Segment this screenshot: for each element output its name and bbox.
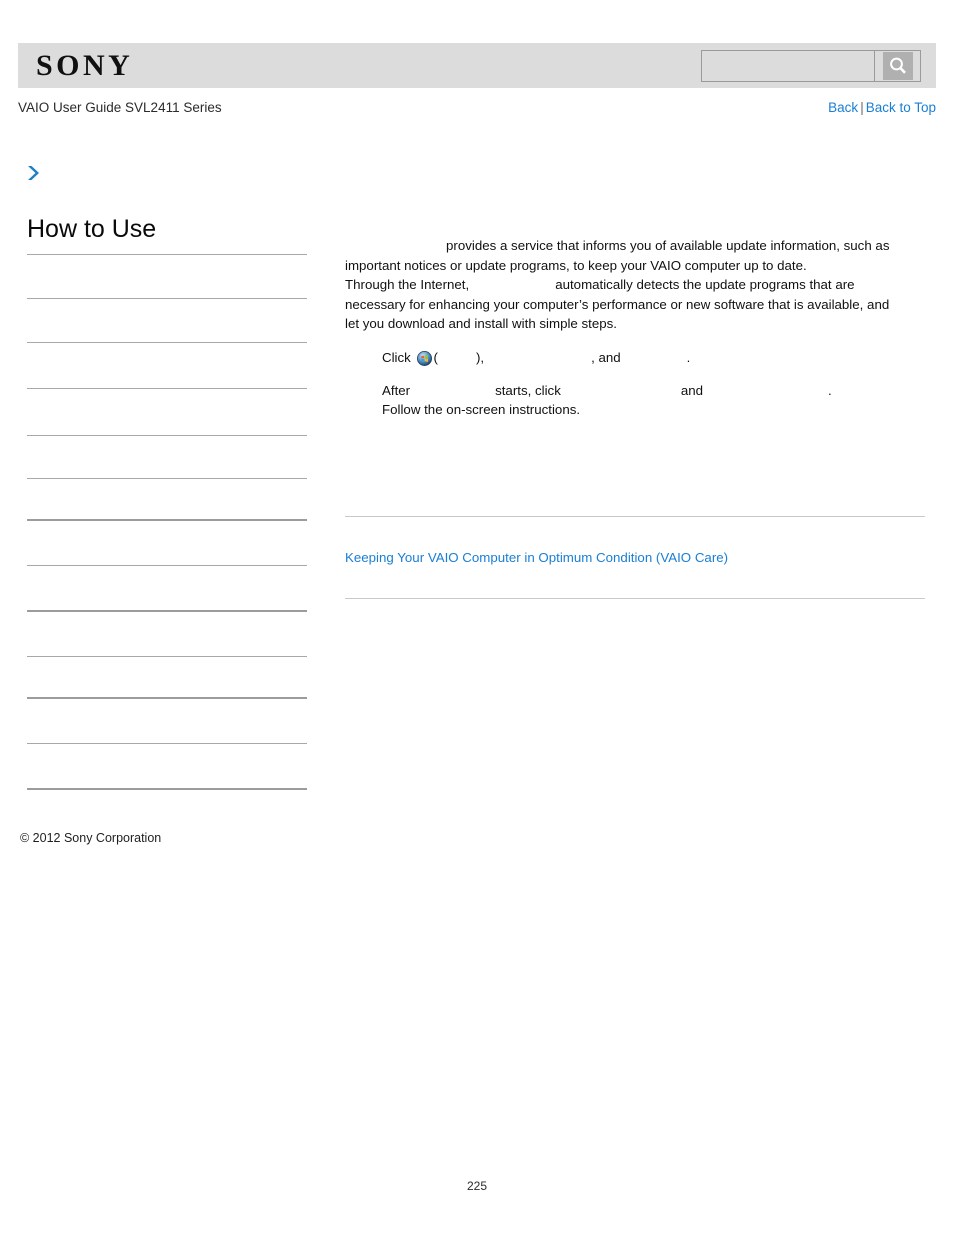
sidebar-item-3[interactable] [27, 387, 307, 435]
page-title: VAIO User Guide SVL2411 Series [18, 100, 222, 115]
intro-line-3-tail: automatically detects the update program… [555, 277, 855, 293]
sidebar-item-2[interactable] [27, 341, 307, 388]
sidebar-item-10[interactable] [27, 696, 307, 743]
step-2-and-label: and [680, 382, 704, 398]
step-3: Follow the on-screen instructions. [382, 402, 581, 418]
header-nav-links: Back | Back to Top [828, 100, 936, 115]
sidebar-item-0[interactable] [27, 253, 307, 298]
sidebar-item-8[interactable] [27, 609, 307, 656]
search-box[interactable] [701, 49, 921, 82]
sidebar-item-9[interactable] [27, 655, 307, 697]
search-button[interactable] [874, 50, 920, 81]
related-topics-rule-bottom [345, 597, 925, 599]
step-2: After starts, click and. [382, 381, 925, 401]
subheader-row: VAIO User Guide SVL2411 Series Back | Back… [18, 100, 936, 115]
step-2-period: . [828, 382, 832, 398]
sidebar-item-6[interactable] [27, 518, 307, 565]
step-1-click-label: Click [382, 349, 411, 365]
intro-line-4: necessary for enhancing your computer’s … [345, 296, 890, 312]
step-1-paren-close: ), [475, 349, 485, 365]
step-1-paren-open: ( [433, 349, 438, 365]
site-header: SONY [18, 43, 936, 88]
main-content: provides a service that informs you of a… [345, 236, 925, 599]
windows-start-orb-icon[interactable] [416, 350, 432, 372]
chevron-right-icon[interactable] [24, 163, 44, 183]
search-icon [882, 51, 913, 80]
step-1: Click (),, and. [382, 348, 925, 372]
intro-line-2: important notices or update programs, to… [345, 257, 807, 273]
step-1-period: . [686, 349, 691, 365]
sidebar-item-5[interactable] [27, 477, 307, 519]
sony-logo: SONY [36, 48, 134, 82]
intro-line-5: let you download and install with simple… [345, 316, 617, 332]
step-1-comma: , [591, 349, 595, 365]
page-number: 225 [466, 1179, 488, 1193]
intro-line-3-head: Through the Internet, [345, 277, 470, 293]
steps-list: Click (),, and. After starts, click and … [345, 348, 925, 420]
sidebar-item-11[interactable] [27, 742, 307, 788]
back-link[interactable]: Back [828, 100, 858, 115]
sidebar-item-12[interactable] [27, 787, 307, 797]
step-1-and-label: and [598, 349, 621, 365]
intro-line-1: provides a service that informs you of a… [446, 238, 890, 253]
related-topic-link[interactable]: Keeping Your VAIO Computer in Optimum Co… [345, 517, 925, 598]
back-to-top-link[interactable]: Back to Top [866, 100, 936, 115]
nav-separator: | [860, 100, 864, 115]
sidebar-item-1[interactable] [27, 297, 307, 342]
intro-paragraph: provides a service that informs you of a… [345, 236, 925, 334]
step-2-starts-label: starts, click [495, 382, 561, 398]
search-input[interactable] [702, 50, 874, 81]
sidebar-heading: How to Use [27, 215, 157, 243]
copyright-notice: © 2012 Sony Corporation [20, 831, 162, 845]
sidebar-item-7[interactable] [27, 564, 307, 610]
step-2-after-label: After [382, 382, 411, 398]
sidebar: How to Use [27, 215, 307, 797]
sidebar-item-4[interactable] [27, 434, 307, 478]
